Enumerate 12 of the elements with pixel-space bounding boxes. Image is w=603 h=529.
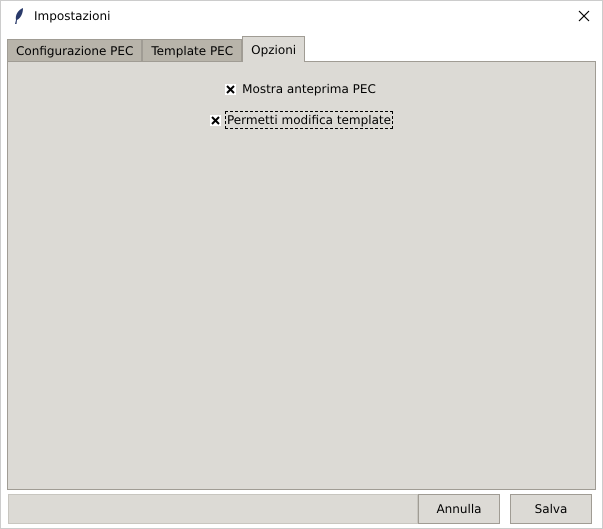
- feather-icon: [14, 8, 24, 24]
- checkbox[interactable]: [225, 84, 236, 94]
- dialog-button[interactable]: Annulla: [418, 494, 500, 524]
- checkbox[interactable]: [210, 114, 221, 126]
- close-icon[interactable]: [578, 10, 590, 22]
- tab[interactable]: Template PEC: [142, 39, 242, 61]
- tab[interactable]: Configurazione PEC: [7, 39, 142, 61]
- checkbox-label[interactable]: Permetti modifica template: [224, 111, 394, 129]
- tab[interactable]: Opzioni: [242, 36, 306, 62]
- dialog-button[interactable]: Salva: [510, 494, 592, 524]
- checkbox-label[interactable]: Mostra anteprima PEC: [240, 80, 378, 98]
- window-title: Impostazioni: [34, 9, 112, 23]
